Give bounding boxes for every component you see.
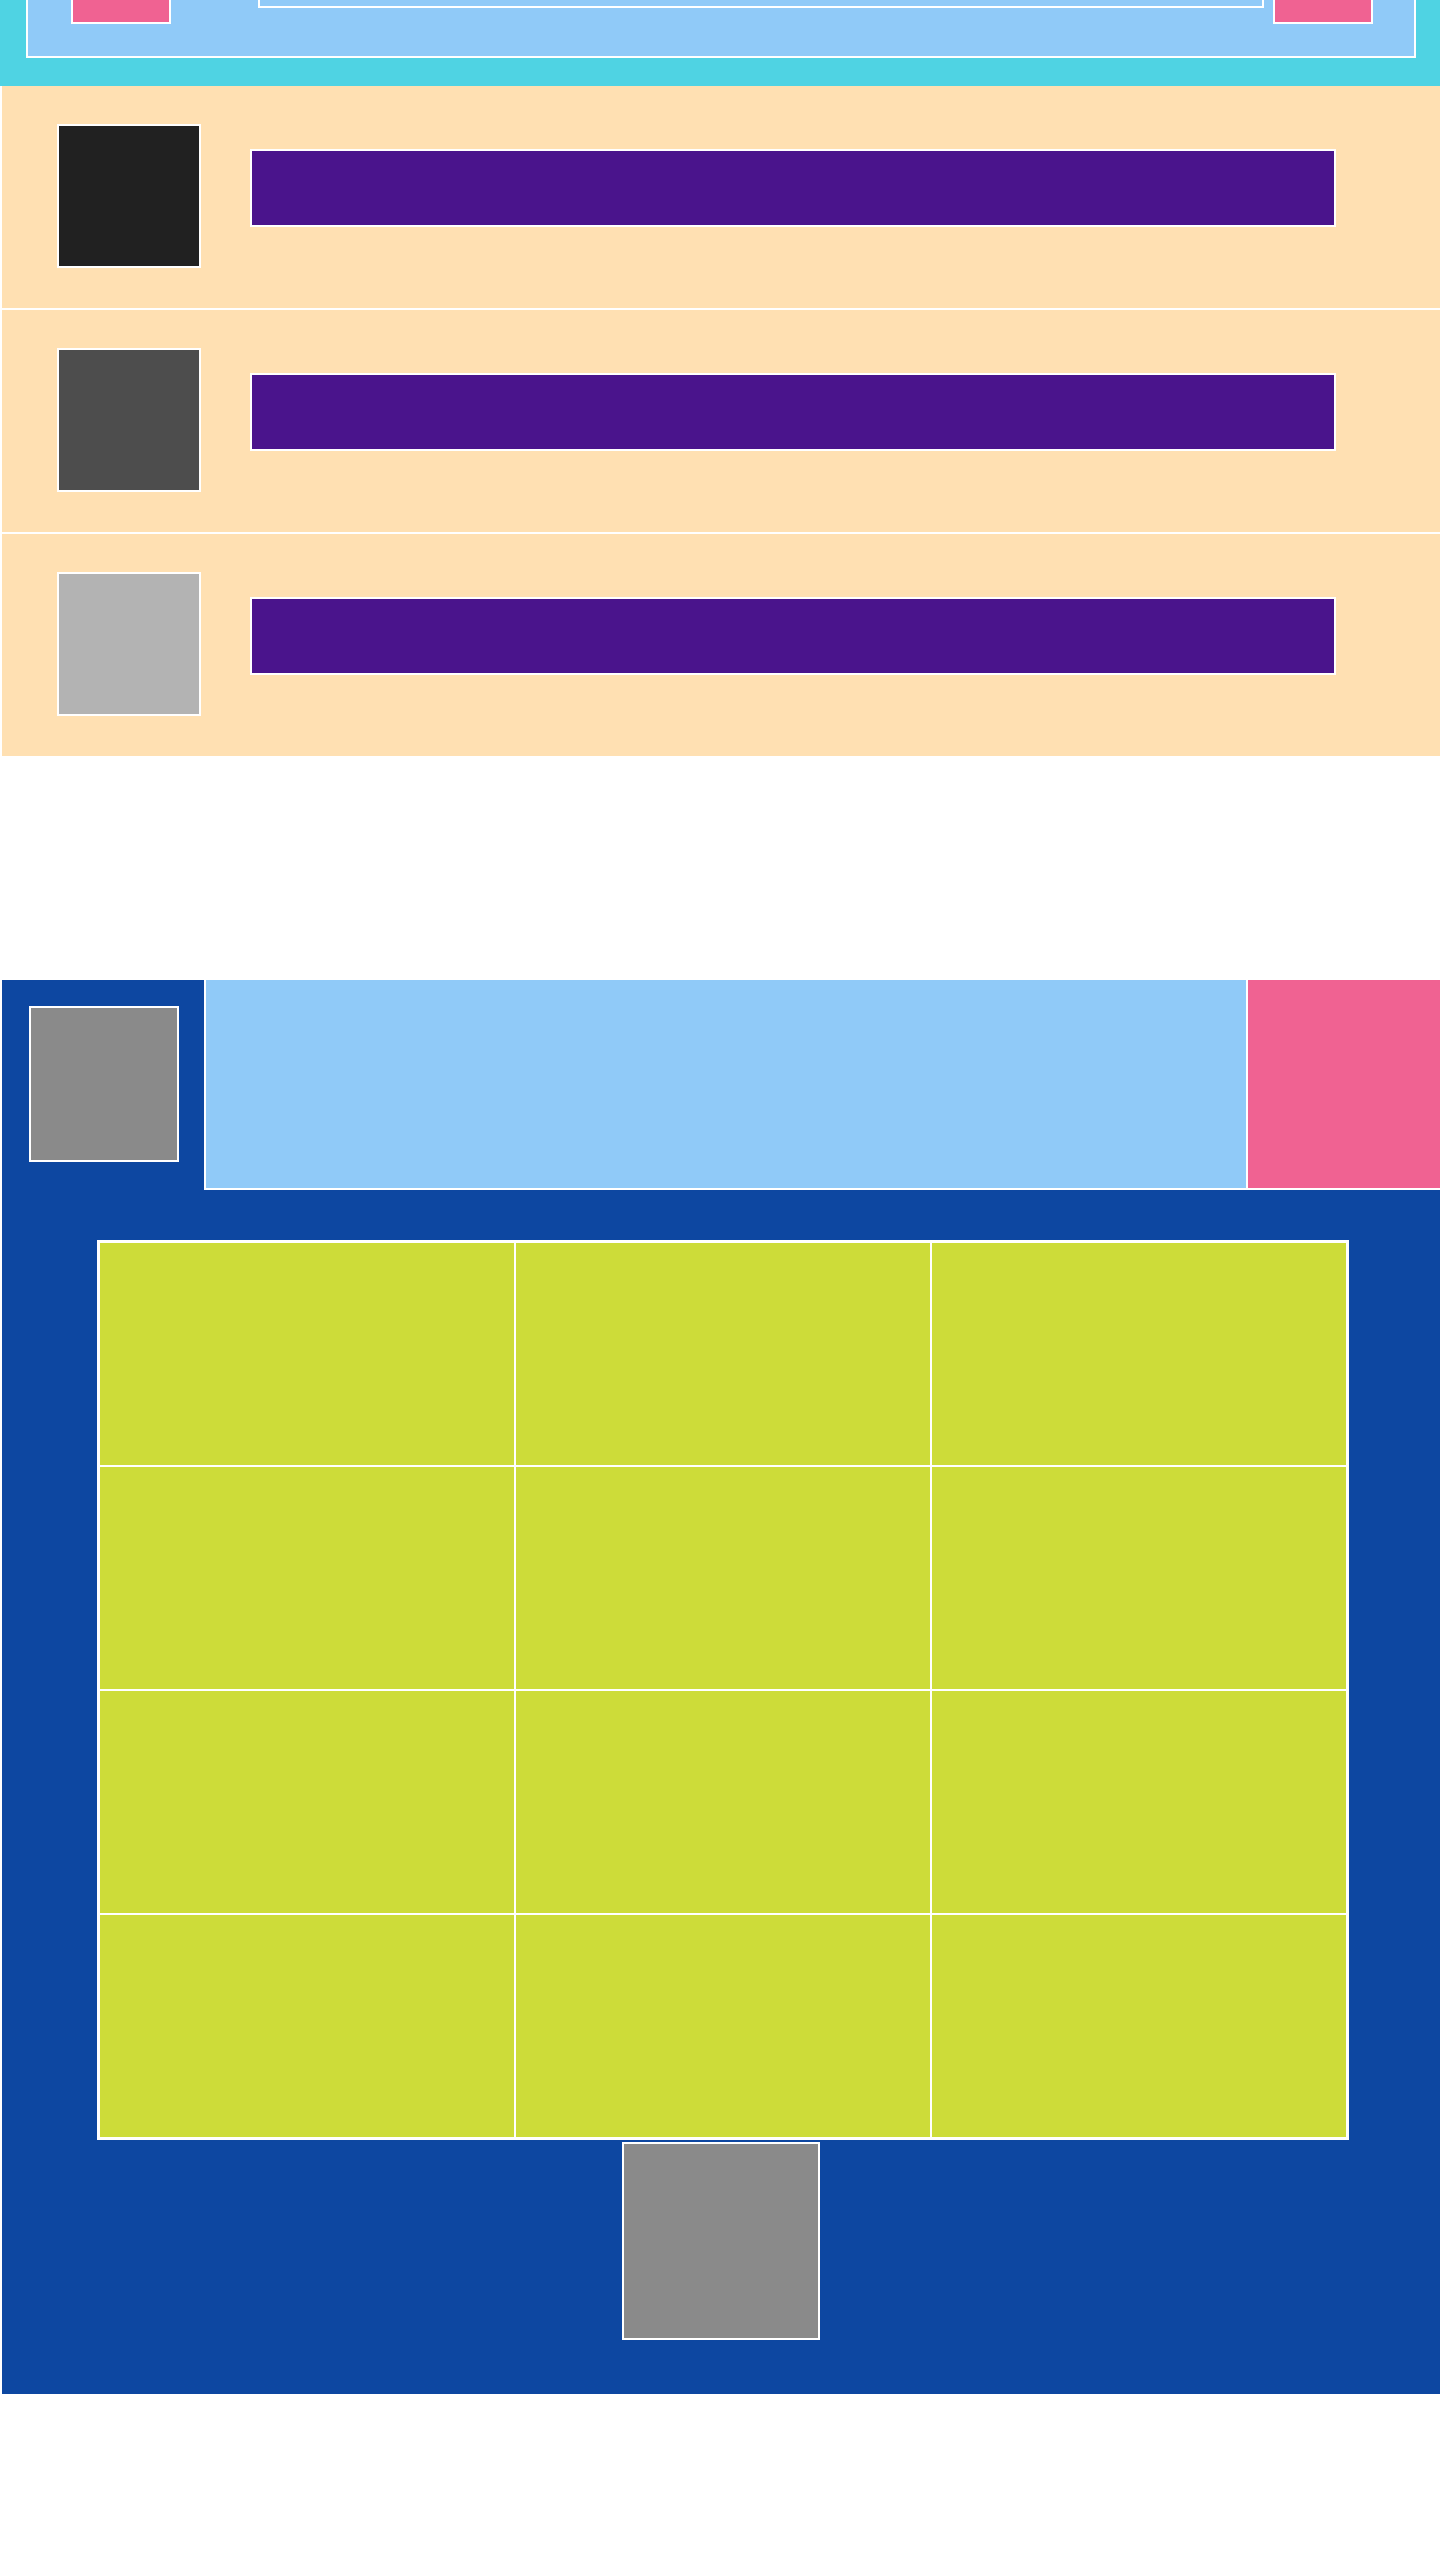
list-item-thumbnail	[57, 124, 201, 268]
grid-tile[interactable]	[931, 1466, 1347, 1690]
top-app-bar	[0, 0, 1440, 86]
list-item[interactable]	[2, 310, 1440, 534]
grid-tile[interactable]	[931, 1914, 1347, 2138]
top-left-button[interactable]	[71, 0, 171, 24]
list-item-bar[interactable]	[250, 149, 1336, 227]
grid-tile[interactable]	[931, 1242, 1347, 1466]
top-right-button[interactable]	[1273, 0, 1373, 24]
list-item-bar[interactable]	[250, 373, 1336, 451]
panel-bottom-button[interactable]	[622, 2142, 820, 2340]
top-bar-container	[26, 0, 1416, 58]
grid-tile[interactable]	[515, 1914, 931, 2138]
panel-header	[204, 980, 1246, 1190]
list-item-thumbnail	[57, 348, 201, 492]
grid-tile[interactable]	[515, 1690, 931, 1914]
list-item-bar[interactable]	[250, 597, 1336, 675]
panel-avatar[interactable]	[29, 1006, 179, 1162]
grid-tile[interactable]	[99, 1466, 515, 1690]
panel-action-button[interactable]	[1246, 980, 1440, 1190]
tile-grid	[97, 1240, 1349, 2140]
top-center-field[interactable]	[258, 0, 1264, 8]
grid-tile[interactable]	[99, 1914, 515, 2138]
card-panel	[2, 980, 1440, 2394]
list-item-thumbnail	[57, 572, 201, 716]
grid-tile[interactable]	[99, 1242, 515, 1466]
grid-tile[interactable]	[99, 1690, 515, 1914]
grid-tile[interactable]	[515, 1466, 931, 1690]
grid-tile[interactable]	[515, 1242, 931, 1466]
list-item[interactable]	[2, 534, 1440, 756]
list-item[interactable]	[2, 86, 1440, 310]
grid-tile[interactable]	[931, 1690, 1347, 1914]
